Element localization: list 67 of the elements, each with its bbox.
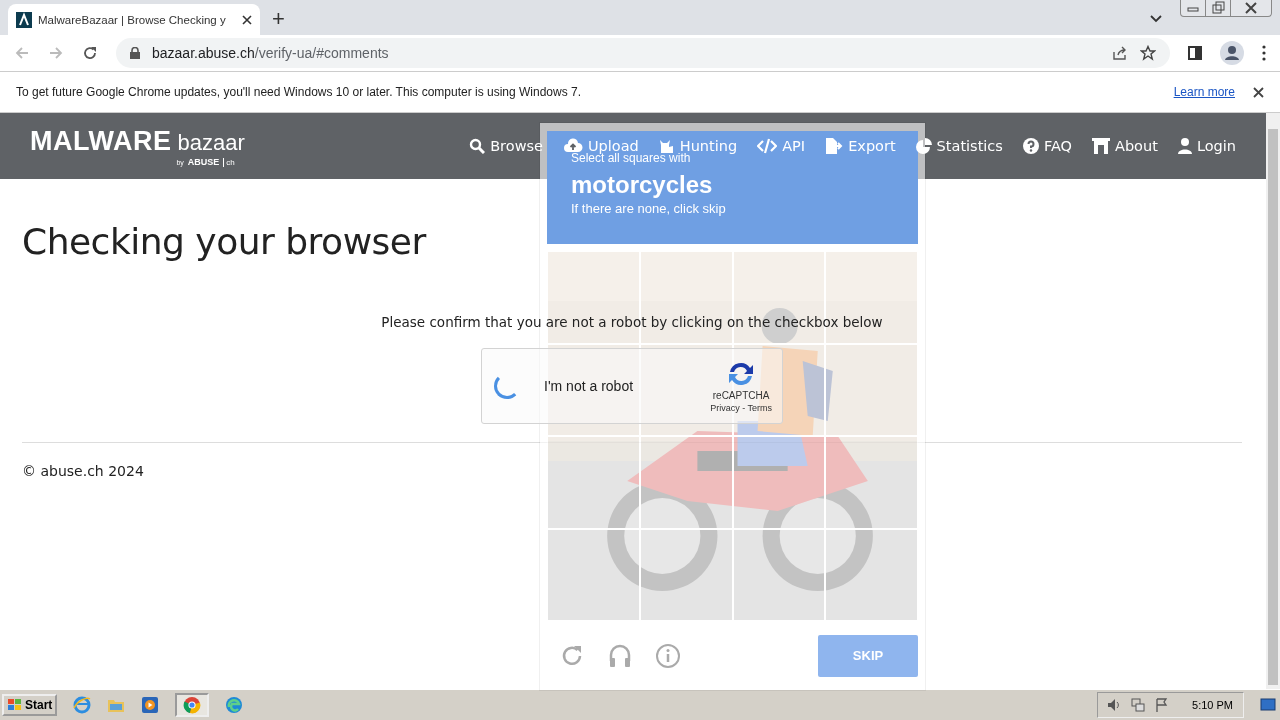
file-export-icon (825, 138, 844, 154)
internet-explorer-icon[interactable] (73, 696, 92, 714)
side-panel-icon[interactable] (1188, 46, 1202, 60)
logo-title[interactable]: MALWARE (30, 125, 172, 157)
show-desktop-icon[interactable] (1260, 698, 1276, 712)
close-icon[interactable] (242, 14, 252, 25)
logo-suffix: ch (223, 157, 235, 167)
arch-icon (1092, 138, 1110, 154)
image-tile[interactable] (547, 528, 640, 621)
copyright-text: © abuse.ch 2024 (22, 463, 145, 479)
nav-link[interactable]: Login (1177, 138, 1236, 154)
checkbox-label: I'm not a robot (544, 378, 634, 394)
image-tile[interactable] (639, 436, 733, 529)
update-message: To get future Google Chrome updates, you'll need Windows 10 or later. This computer is using Windows 7. (16, 85, 582, 99)
media-player-icon[interactable] (141, 696, 160, 714)
browser-tab[interactable]: MalwareBazaar | Browse Checking y (8, 4, 260, 35)
recaptcha-brand: reCAPTCHA (712, 389, 770, 401)
chevron-down-icon[interactable] (1150, 15, 1162, 23)
question-icon (1022, 138, 1039, 154)
search-icon (469, 138, 486, 154)
star-icon[interactable] (1140, 45, 1156, 61)
scrollbar[interactable] (1266, 113, 1280, 689)
headphones-icon[interactable] (607, 642, 633, 669)
image-tile[interactable] (825, 436, 918, 529)
image-tile[interactable] (639, 528, 733, 621)
forward-icon[interactable] (48, 45, 64, 61)
chrome-icon (183, 696, 202, 714)
pie-chart-icon (915, 138, 932, 154)
challenge-instruction: Select all squares with (571, 151, 691, 165)
logo-icon (16, 11, 32, 28)
back-icon[interactable] (14, 45, 30, 61)
nav-link[interactable]: FAQ (1022, 138, 1072, 154)
challenge-object: motorcycles (571, 171, 714, 199)
page-heading: Checking your browser (22, 221, 428, 262)
privacy-terms-links[interactable]: Privacy - Terms (710, 402, 772, 413)
start-button[interactable]: Start (2, 694, 58, 716)
new-tab-button[interactable]: + (268, 7, 289, 31)
lock-icon (130, 47, 140, 59)
learn-more-link[interactable]: Learn more (1173, 85, 1235, 99)
info-icon[interactable] (655, 642, 681, 669)
robot-prompt: Please confirm that you are not a robot by clicking on the checkbox below (380, 314, 884, 330)
taskbar-item[interactable] (175, 693, 210, 717)
tab-title: MalwareBazaar | Browse Checking y (38, 13, 227, 26)
logo-subtitle: bazaar (177, 129, 245, 156)
reload-icon[interactable] (82, 45, 98, 61)
address-bar[interactable]: bazaar.abuse.ch/verify-ua/#comments (116, 38, 1170, 68)
challenge-hint: If there are none, click skip (571, 201, 727, 216)
share-icon[interactable] (1112, 45, 1128, 61)
edge-icon[interactable] (225, 696, 244, 714)
clock[interactable]: 5:10 PM (1192, 699, 1233, 711)
image-tile[interactable] (732, 528, 826, 621)
nav-link[interactable]: About (1092, 138, 1158, 154)
image-tile[interactable] (547, 436, 640, 529)
profile-icon[interactable] (1220, 41, 1244, 65)
image-tile[interactable] (547, 343, 640, 436)
windows-logo-icon (7, 698, 23, 712)
image-tile[interactable] (732, 436, 826, 529)
network-icon[interactable] (1130, 697, 1147, 713)
image-tile[interactable] (825, 528, 918, 621)
cat-icon (658, 138, 675, 154)
nav-link[interactable]: Statistics (915, 138, 1003, 154)
code-icon (757, 138, 778, 154)
close-icon[interactable] (1253, 86, 1264, 98)
image-tile[interactable] (825, 343, 918, 436)
menu-icon[interactable] (1262, 45, 1266, 61)
user-icon (1177, 138, 1192, 154)
logo-org: ABUSE (187, 156, 220, 167)
